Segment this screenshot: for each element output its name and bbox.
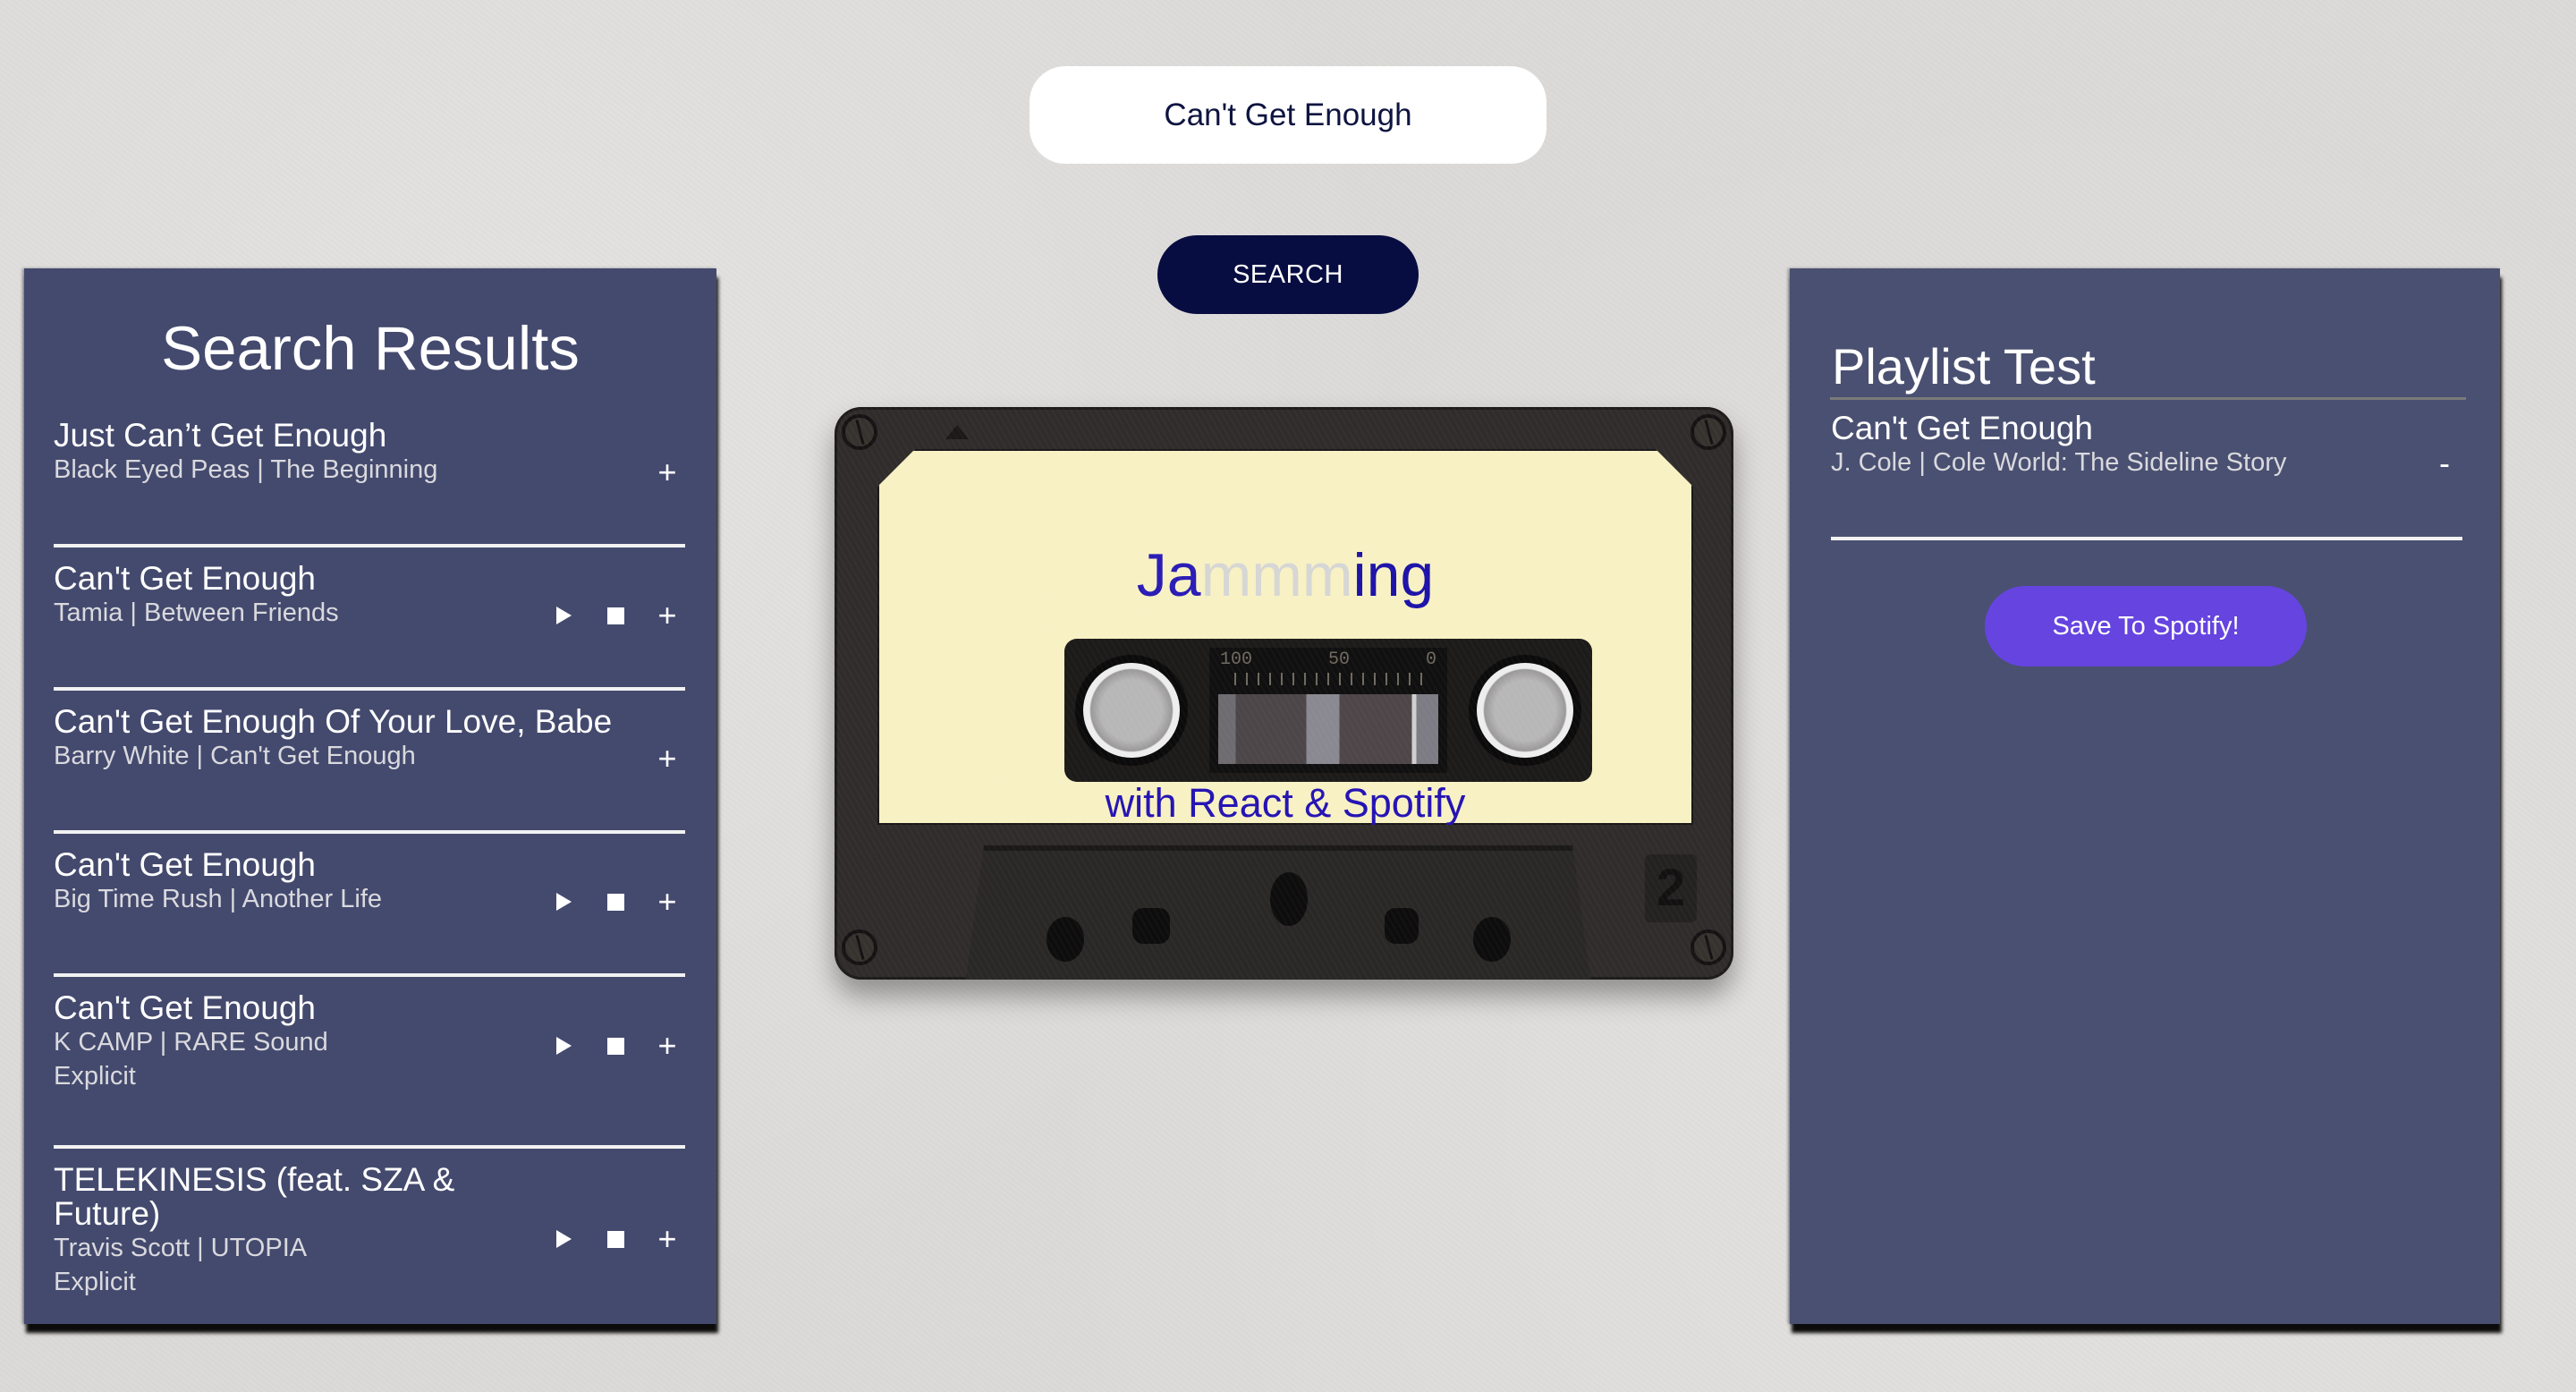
track-name: Just Can’t Get Enough [54,417,387,454]
plus-icon: + [657,1027,677,1064]
reel-icon [1469,655,1581,766]
stop-preview-button[interactable] [597,1028,633,1064]
app-title-part: Ja [1136,541,1201,609]
track-artist-album: Black Eyed Peas | The Beginning [54,455,438,484]
arrow-mark-icon [945,425,969,439]
counter-ticks [1234,673,1429,685]
explicit-label: Explicit [54,1062,136,1091]
playlist-panel: Can't Get Enough J. Cole | Cole World: T… [1790,268,2500,1324]
reel-icon [1075,655,1188,766]
track-row: Can't Get Enough Of Your Love, Babe Barr… [54,705,685,834]
counter-label: 0 [1425,649,1436,670]
hole [1132,908,1170,944]
play-preview-button[interactable] [546,598,581,633]
search-results-title: Search Results [161,314,580,383]
hole [1046,917,1084,962]
track-row: Can't Get Enough Big Time Rush | Another… [54,848,685,977]
stop-icon [606,607,624,624]
search-results-panel: Search Results Just Can’t Get Enough Bla… [24,268,716,1324]
play-icon [555,607,572,624]
plus-icon: + [657,740,677,777]
search-button[interactable]: SEARCH [1157,235,1419,314]
track-row: Can't Get Enough K CAMP | RARE Sound Exp… [54,991,685,1149]
screw-icon [1690,929,1726,965]
add-track-button[interactable]: + [649,1221,685,1257]
screw-icon [1690,414,1726,450]
counter-label: 100 [1220,649,1253,670]
track-row: TELEKINESIS (feat. SZA & Future) Travis … [54,1163,685,1324]
app-subtitle: with React & Spotify [1105,780,1466,826]
track-name: Can't Get Enough [54,846,316,883]
play-icon [555,1037,572,1055]
add-track-button[interactable]: + [649,884,685,920]
save-to-spotify-button[interactable]: Save To Spotify! [1985,586,2307,666]
track-row: Just Can’t Get Enough Black Eyed Peas | … [54,419,685,547]
plus-icon: + [657,883,677,920]
stop-preview-button[interactable] [597,598,633,633]
cassette-label: Jammming 100 50 0 with React & Spotify [877,449,1693,825]
search-input[interactable] [1030,66,1546,164]
cassette-bottom-slot [966,845,1590,980]
stop-preview-button[interactable] [597,1221,633,1257]
stop-icon [606,893,624,911]
add-track-button[interactable]: + [649,598,685,633]
play-icon [555,893,572,911]
app-title-part: ing [1352,541,1435,609]
play-icon [555,1230,572,1248]
stop-icon [606,1230,624,1248]
hole [1473,917,1511,962]
playlist-track-row: Can't Get Enough J. Cole | Cole World: T… [1831,412,2462,540]
playlist-name-input[interactable] [1830,335,2466,400]
hole [1385,908,1419,944]
screw-icon [842,414,877,450]
tape-view [1218,694,1438,764]
track-artist-album: K CAMP | RARE Sound [54,1028,328,1057]
play-preview-button[interactable] [546,884,581,920]
counter-label: 50 [1327,649,1350,670]
stop-icon [606,1037,624,1055]
app-title: Jammming [879,540,1691,610]
track-artist-album: Big Time Rush | Another Life [54,885,383,913]
add-track-button[interactable]: + [649,454,685,490]
tape-window: 100 50 0 [1064,639,1592,782]
plus-icon: + [657,1220,677,1257]
screw-icon [842,929,877,965]
track-name: TELEKINESIS (feat. SZA & Future) [54,1161,455,1232]
minus-icon: - [2439,445,2450,481]
remove-track-button[interactable]: - [2427,446,2462,481]
track-name: Can't Get Enough [54,989,316,1026]
app-title-part: mmm [1200,541,1353,609]
track-artist-album: Tamia | Between Friends [54,598,339,627]
side-number: 2 [1645,854,1697,922]
explicit-label: Explicit [54,1268,136,1296]
play-preview-button[interactable] [546,1028,581,1064]
hole [1270,872,1308,926]
plus-icon: + [657,454,677,490]
track-row: Can't Get Enough Tamia | Between Friends… [54,562,685,691]
add-track-button[interactable]: + [649,1028,685,1064]
track-name: Can't Get Enough [54,560,316,597]
cassette-logo: Jammming 100 50 0 with React & Spotify 2 [835,407,1733,980]
add-track-button[interactable]: + [649,741,685,777]
track-artist-album: Travis Scott | UTOPIA [54,1234,308,1262]
play-preview-button[interactable] [546,1221,581,1257]
plus-icon: + [657,597,677,633]
stop-preview-button[interactable] [597,884,633,920]
tape-counter: 100 50 0 [1209,648,1447,773]
